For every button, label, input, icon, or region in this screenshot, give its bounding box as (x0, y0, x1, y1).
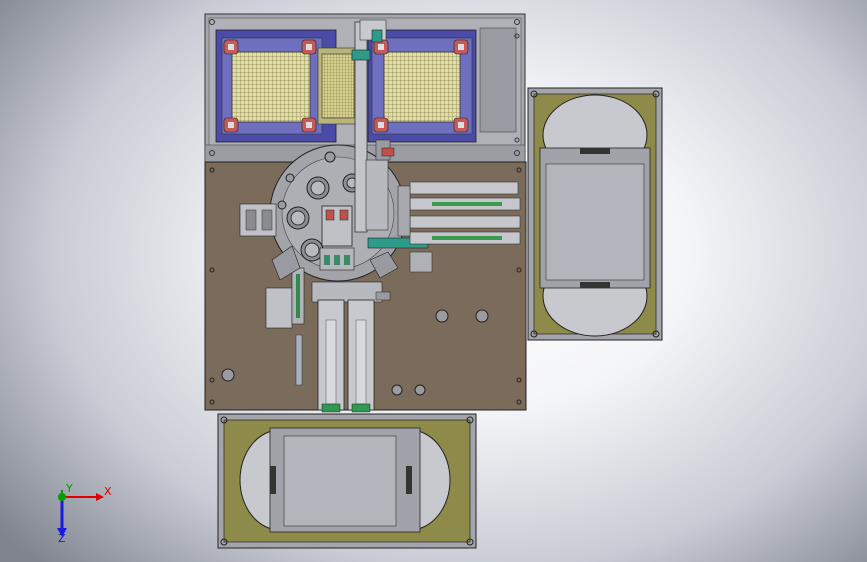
triad-z-label: Z (58, 532, 66, 545)
triad-y-label: Y (65, 482, 73, 495)
tray-right (367, 29, 477, 143)
triad-x-label: X (104, 485, 112, 498)
coordinate-triad: X Y Z (57, 482, 112, 545)
right-reel-station (527, 87, 663, 341)
cad-viewport[interactable]: X Y Z (0, 0, 867, 562)
machine-drawing[interactable]: X Y Z (0, 0, 867, 562)
bottom-reel-station (217, 413, 477, 549)
